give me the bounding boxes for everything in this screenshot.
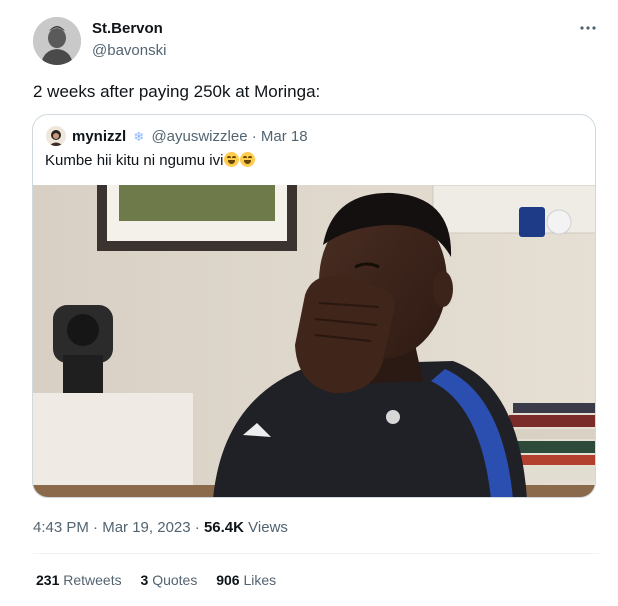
quoted-text: Kumbe hii kitu ni ngumu ivi xyxy=(45,152,256,169)
views-count: 56.4K xyxy=(203,519,244,536)
quoted-handle[interactable]: @ayuswizzlee xyxy=(151,128,247,145)
tweet: St.Bervon @bavonski 2 weeks after paying… xyxy=(0,0,618,606)
quotes-count: 3 xyxy=(140,572,149,588)
face-with-tears-of-joy-icon xyxy=(240,152,256,167)
retweets-count: 231 xyxy=(36,572,60,588)
tweet-meta: 4:43 PM · Mar 19, 2023 · 56.4K Views xyxy=(33,519,288,536)
likes-label: Likes xyxy=(243,572,277,588)
tweet-time[interactable]: 4:43 PM xyxy=(33,519,89,536)
quoted-text-body: Kumbe hii kitu ni ngumu ivi xyxy=(45,152,224,169)
meta-separator: · xyxy=(93,519,99,536)
divider xyxy=(33,553,599,554)
author-name[interactable]: St.Bervon xyxy=(92,20,163,37)
retweets-stat[interactable]: 231 Retweets xyxy=(36,572,126,588)
likes-stat[interactable]: 906 Likes xyxy=(216,572,276,588)
author-avatar[interactable] xyxy=(33,17,81,65)
tweet-text: 2 weeks after paying 250k at Moringa: xyxy=(33,82,321,101)
quoted-header: mynizzl ❄ @ayuswizzlee · Mar 18 xyxy=(72,128,308,145)
face-with-tears-of-joy-icon xyxy=(224,152,240,167)
quoted-tweet[interactable]: mynizzl ❄ @ayuswizzlee · Mar 18 Kumbe hi… xyxy=(32,114,596,498)
quoted-date[interactable]: Mar 18 xyxy=(261,128,308,145)
quoted-separator: · xyxy=(251,128,257,145)
tweet-date[interactable]: Mar 19, 2023 xyxy=(102,519,190,536)
quoted-media-image[interactable] xyxy=(33,185,596,498)
quotes-label: Quotes xyxy=(152,572,198,588)
more-horizontal-icon[interactable] xyxy=(574,18,602,38)
author-handle[interactable]: @bavonski xyxy=(92,42,166,59)
meta-separator-2: · xyxy=(194,519,200,536)
views-label: Views xyxy=(248,519,288,536)
likes-count: 906 xyxy=(216,572,240,588)
quoted-avatar[interactable] xyxy=(46,126,66,146)
quotes-stat[interactable]: 3 Quotes xyxy=(141,572,202,588)
snowflake-icon: ❄ xyxy=(133,129,145,144)
retweets-label: Retweets xyxy=(63,572,122,588)
tweet-stats: 231 Retweets 3 Quotes 906 Likes xyxy=(36,572,291,588)
quoted-name[interactable]: mynizzl xyxy=(72,128,126,145)
